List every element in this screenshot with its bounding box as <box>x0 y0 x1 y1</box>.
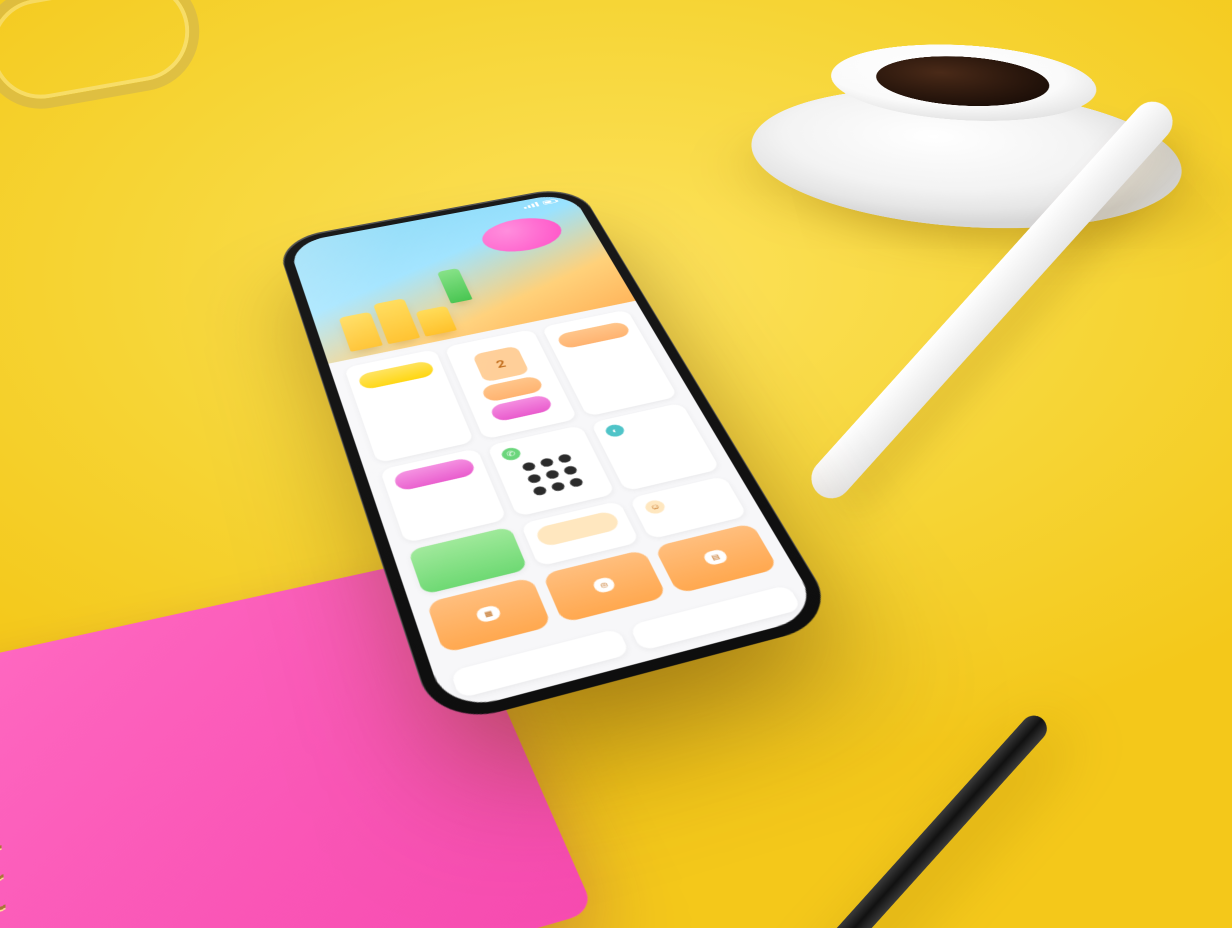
card-right-stat[interactable]: ◐ <box>591 403 721 492</box>
phone-icon: ✆ <box>500 446 523 462</box>
chip-icon: ▦ <box>475 604 502 623</box>
user-icon: ☺ <box>643 499 668 516</box>
card-progress[interactable] <box>521 501 640 566</box>
hero-blob-icon <box>476 213 569 258</box>
card-caption <box>400 478 478 496</box>
line <box>423 541 504 560</box>
card-small[interactable]: ☺ <box>629 476 747 539</box>
footer-title <box>644 595 782 631</box>
paperclip <box>0 0 209 118</box>
footer-sub <box>644 595 782 631</box>
line <box>423 541 504 560</box>
chip-icon: ◎ <box>591 576 617 594</box>
keypad-icon[interactable] <box>507 450 598 500</box>
count-tile[interactable]: 2 <box>472 346 530 383</box>
chart-bar <box>339 312 383 352</box>
chart-bar-highlight <box>437 268 473 304</box>
card-label <box>421 536 502 555</box>
card-keypad[interactable]: ✆ <box>487 425 616 517</box>
pill-button[interactable] <box>357 360 436 390</box>
desk-scene: 2 <box>0 0 1232 928</box>
status-time <box>308 244 310 249</box>
pill-button[interactable] <box>556 321 632 350</box>
chip-icon: ▤ <box>702 548 729 566</box>
footer-card-left[interactable] <box>450 628 630 698</box>
footer-card-right[interactable] <box>629 584 802 651</box>
info-icon: ◐ <box>603 423 626 438</box>
card-green[interactable] <box>408 527 528 595</box>
pill-button[interactable] <box>392 457 476 492</box>
footer-title <box>465 639 611 677</box>
action-button-2[interactable]: ◎ <box>542 549 667 623</box>
count-value: 2 <box>494 358 508 371</box>
stat-value <box>611 426 684 443</box>
chart-bar <box>415 306 457 337</box>
progress-bar <box>534 510 622 548</box>
footer-sub <box>465 639 611 677</box>
ballpoint-pen <box>752 710 1052 928</box>
action-button-1[interactable]: ▦ <box>426 577 552 653</box>
action-button-3[interactable]: ▤ <box>654 523 779 594</box>
card-left-mid[interactable] <box>380 448 507 543</box>
